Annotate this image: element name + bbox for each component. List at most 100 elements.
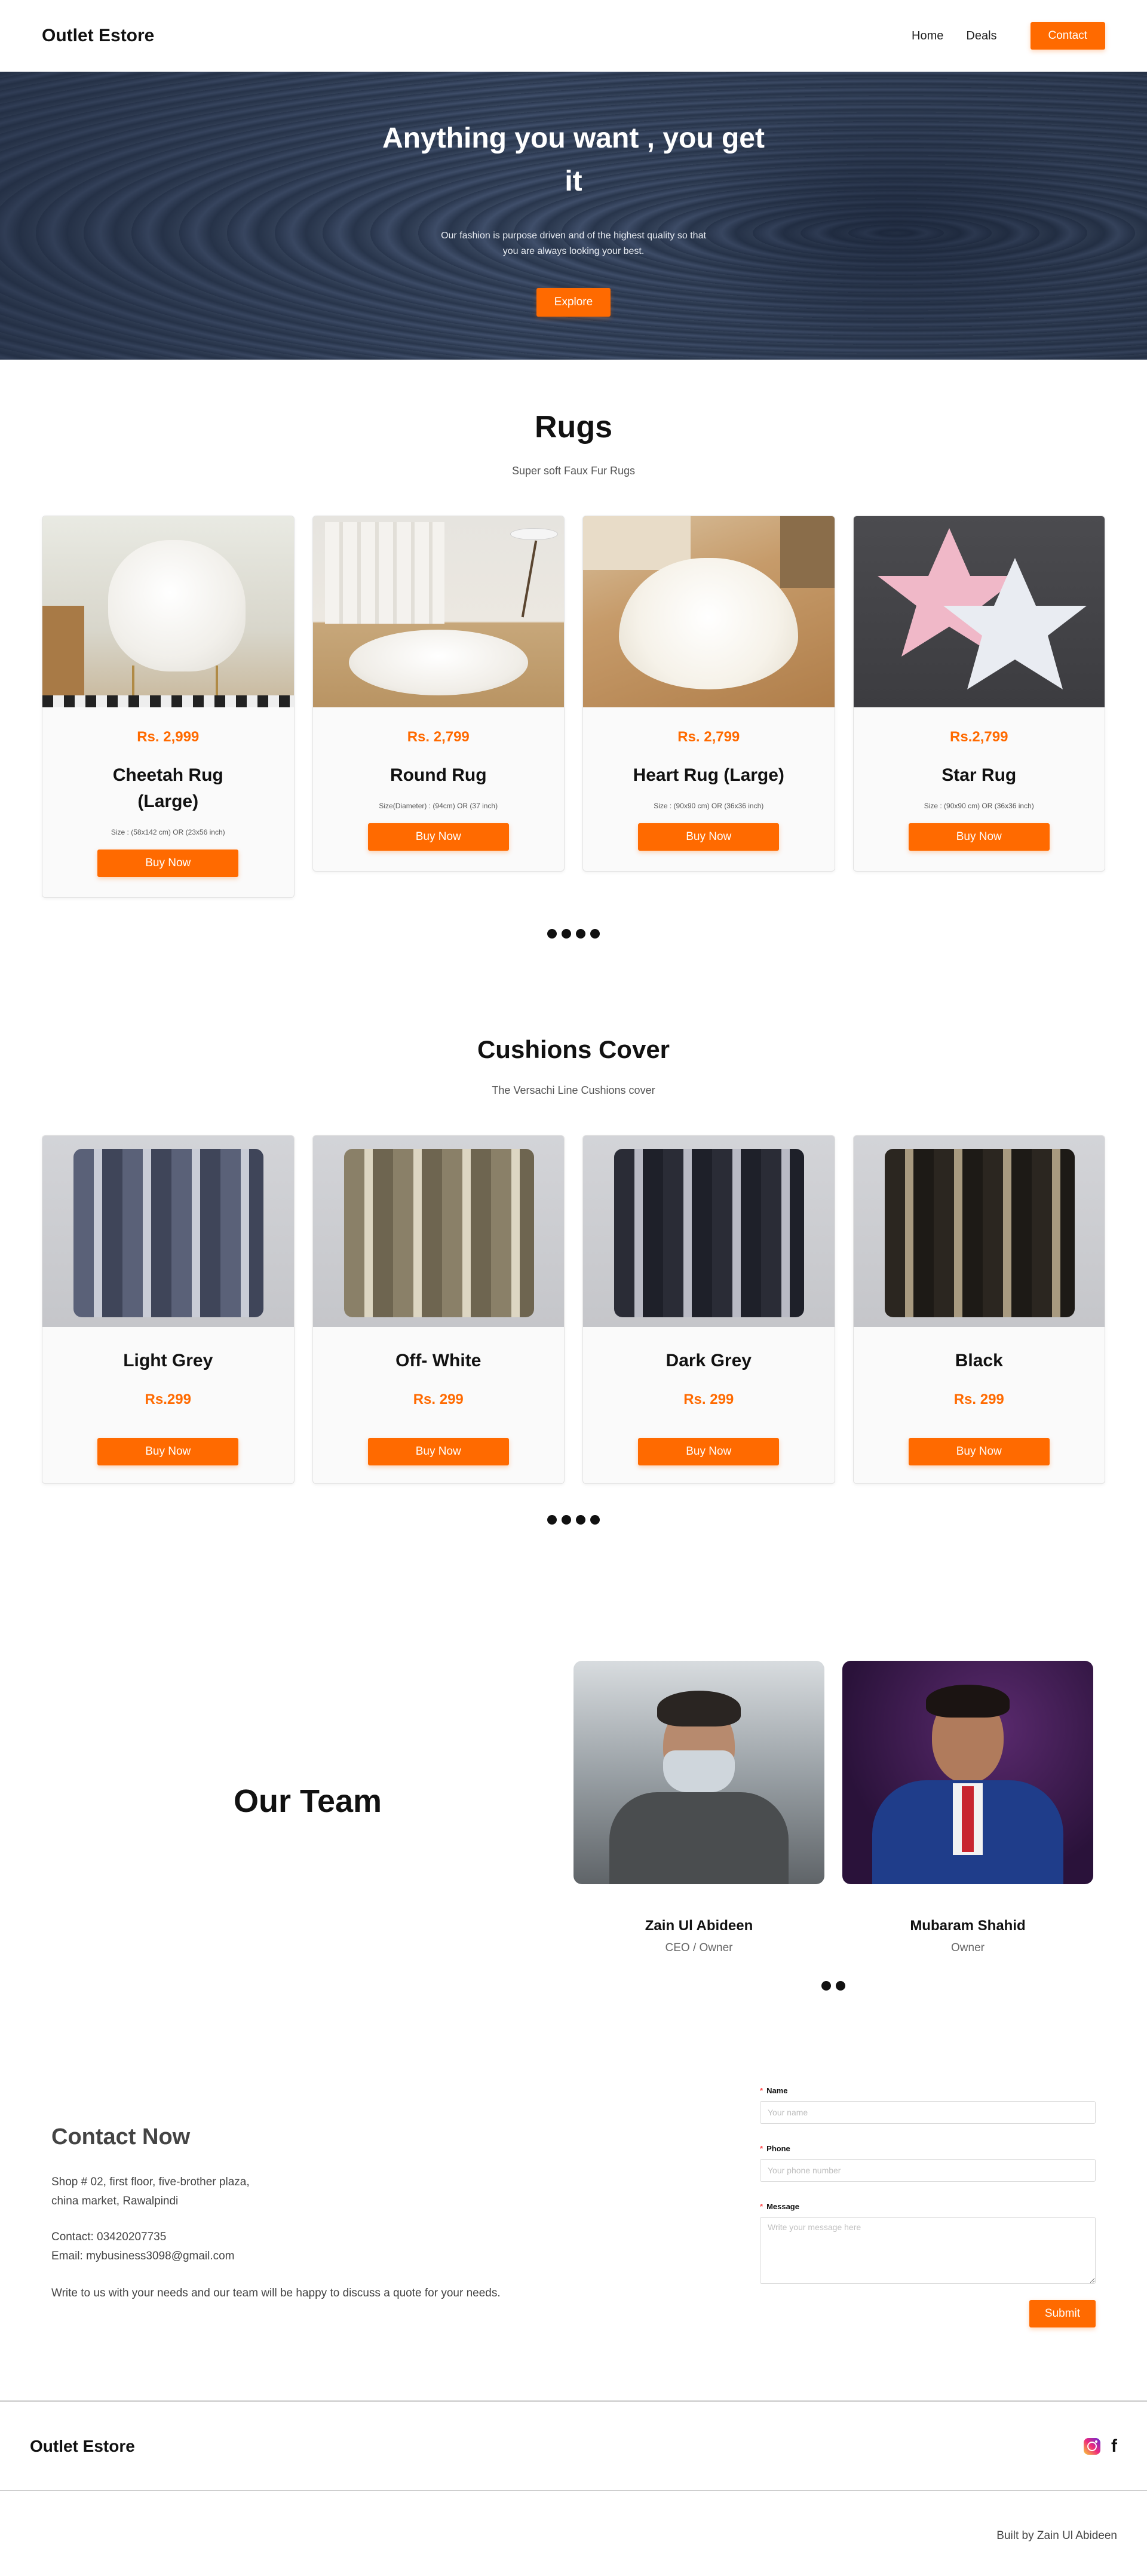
- rug-image: [853, 516, 1105, 707]
- footer-credit: Built by Zain Ul Abideen: [996, 2529, 1117, 2542]
- product-card-rug: Rs. 2,799 Heart Rug (Large) Size : (90x9…: [582, 516, 835, 872]
- brand-logo[interactable]: Outlet Estore: [42, 26, 154, 46]
- nav-contact-button[interactable]: Contact: [1030, 22, 1105, 50]
- footer-brand[interactable]: Outlet Estore: [30, 2437, 135, 2456]
- contact-email: Email: mybusiness3098@gmail.com: [51, 2250, 235, 2262]
- submit-row: Submit: [760, 2300, 1096, 2327]
- rug-image: [42, 516, 294, 707]
- contact-phone: Contact: 03420207735: [51, 2231, 167, 2243]
- rug-image: [312, 516, 564, 707]
- carousel-dot[interactable]: [547, 929, 557, 939]
- contact-note: Write to us with your needs and our team…: [51, 2287, 501, 2299]
- cushions-title: Cushions Cover: [477, 1035, 670, 1063]
- hero-title: Anything you want , you get it: [382, 122, 765, 197]
- contact-info: Contact Now Shop # 02, first floor, five…: [51, 2086, 708, 2337]
- product-card-cushion: Light Grey Rs.299 Buy Now: [42, 1135, 295, 1484]
- hero-subtitle: Our fashion is purpose driven and of the…: [441, 231, 706, 256]
- cushion-name: Dark Grey: [665, 1351, 752, 1370]
- address-line: Shop # 02, first floor, five-brother pla…: [51, 2176, 250, 2188]
- buy-now-button[interactable]: Buy Now: [638, 823, 780, 851]
- hero-banner: Anything you want , you get it Our fashi…: [0, 72, 1147, 360]
- buy-now-button[interactable]: Buy Now: [908, 1438, 1050, 1465]
- buy-now-button[interactable]: Buy Now: [638, 1438, 780, 1465]
- rug-size: Size : (90x90 cm) OR (36x36 inch): [654, 802, 764, 810]
- buy-now-button[interactable]: Buy Now: [367, 823, 509, 851]
- cushion-image: [853, 1136, 1105, 1327]
- rugs-section: Rugs Super soft Faux Fur Rugs Rs. 2,999 …: [0, 406, 1147, 939]
- rug-price: Rs. 2,799: [407, 729, 470, 745]
- product-card-rug: Rs. 2,799 Round Rug Size(Diameter) : (94…: [312, 516, 565, 872]
- member-role: Owner: [951, 1942, 985, 1954]
- facebook-icon[interactable]: f: [1111, 2437, 1117, 2455]
- cushions-subtitle: The Versachi Line Cushions cover: [492, 1084, 655, 1096]
- rug-name: Heart Rug (Large): [633, 765, 784, 785]
- contact-section: Contact Now Shop # 02, first floor, five…: [0, 2086, 1147, 2337]
- carousel-dot[interactable]: [562, 929, 571, 939]
- footer-bottom: Built by Zain Ul Abideen: [0, 2490, 1147, 2557]
- buy-now-button[interactable]: Buy Now: [97, 850, 239, 877]
- team-member-card: Zain Ul Abideen CEO / Owner: [574, 1661, 824, 1955]
- team-section: Our Team Zain Ul Abideen CEO / Owner Mub…: [0, 1661, 1147, 2001]
- carousel-dot[interactable]: [562, 1515, 571, 1525]
- phone-input[interactable]: [760, 2159, 1096, 2182]
- footer-top: Outlet Estore f: [0, 2400, 1147, 2490]
- contact-address: Shop # 02, first floor, five-brother pla…: [51, 2173, 708, 2211]
- avatar: [574, 1661, 824, 1884]
- rug-size: Size(Diameter) : (94cm) OR (37 inch): [379, 802, 498, 810]
- carousel-dot[interactable]: [576, 929, 585, 939]
- rugs-subtitle: Super soft Faux Fur Rugs: [511, 465, 636, 477]
- carousel-dot[interactable]: [821, 1981, 831, 1991]
- message-label: * Message: [760, 2202, 799, 2211]
- rug-size: Size : (58x142 cm) OR (23x56 inch): [111, 828, 225, 836]
- member-name: Zain Ul Abideen: [645, 1918, 753, 1934]
- submit-button[interactable]: Submit: [1029, 2300, 1096, 2327]
- nav-deals-link[interactable]: Deals: [966, 29, 996, 43]
- team-members: Zain Ul Abideen CEO / Owner Mubaram Shah…: [574, 1661, 1093, 1955]
- carousel-dot[interactable]: [547, 1515, 557, 1525]
- product-card-cushion: Black Rs. 299 Buy Now: [852, 1135, 1105, 1484]
- instagram-icon[interactable]: [1084, 2437, 1100, 2455]
- site-header: Outlet Estore Home Deals Contact: [0, 0, 1147, 72]
- buy-now-button[interactable]: Buy Now: [97, 1438, 239, 1465]
- site-footer: Outlet Estore f Built by Zain Ul Abideen: [0, 2400, 1147, 2557]
- cushion-image: [583, 1136, 835, 1327]
- carousel-dot[interactable]: [576, 1515, 585, 1525]
- rug-price: Rs. 2,799: [677, 729, 740, 745]
- rug-price: Rs.2,799: [950, 729, 1008, 745]
- cushion-price: Rs.299: [145, 1391, 191, 1407]
- product-card-cushion: Off- White Rs. 299 Buy Now: [312, 1135, 565, 1484]
- rug-image: [583, 516, 835, 707]
- phone-label: * Phone: [760, 2144, 790, 2153]
- message-textarea[interactable]: [760, 2217, 1096, 2284]
- rug-name: Star Rug: [941, 765, 1017, 785]
- team-member-card: Mubaram Shahid Owner: [842, 1661, 1093, 1955]
- cushion-image: [42, 1136, 294, 1327]
- cushions-carousel: Light Grey Rs.299 Buy Now Off- White Rs.…: [0, 1135, 1147, 1484]
- carousel-dot[interactable]: [836, 1981, 845, 1991]
- team-title: Our Team: [233, 1783, 382, 1819]
- carousel-dot[interactable]: [590, 929, 600, 939]
- cushion-price: Rs. 299: [683, 1391, 734, 1407]
- member-name: Mubaram Shahid: [910, 1918, 1026, 1934]
- cushions-section: Cushions Cover The Versachi Line Cushion…: [0, 1033, 1147, 1525]
- cushion-price: Rs. 299: [953, 1391, 1004, 1407]
- rugs-title: Rugs: [535, 410, 612, 444]
- cushion-name: Off- White: [395, 1351, 482, 1370]
- star-rug-graphic: [877, 528, 1087, 689]
- nav-home-link[interactable]: Home: [912, 29, 943, 43]
- main-nav: Home Deals Contact: [912, 22, 1105, 50]
- buy-now-button[interactable]: Buy Now: [908, 823, 1050, 851]
- cushion-name: Black: [955, 1351, 1003, 1370]
- contact-title: Contact Now: [51, 2124, 191, 2149]
- avatar: [842, 1661, 1093, 1884]
- team-carousel: Zain Ul Abideen CEO / Owner Mubaram Shah…: [574, 1661, 1093, 2001]
- name-label: * Name: [760, 2086, 788, 2095]
- social-links: f: [1084, 2437, 1117, 2455]
- rug-price: Rs. 2,999: [137, 729, 200, 745]
- carousel-dot[interactable]: [590, 1515, 600, 1525]
- product-card-rug: Rs.2,799 Star Rug Size : (90x90 cm) OR (…: [852, 516, 1105, 872]
- name-input[interactable]: [760, 2101, 1096, 2124]
- carousel-dots: [0, 1515, 1147, 1525]
- explore-button[interactable]: Explore: [536, 288, 611, 317]
- buy-now-button[interactable]: Buy Now: [367, 1438, 509, 1465]
